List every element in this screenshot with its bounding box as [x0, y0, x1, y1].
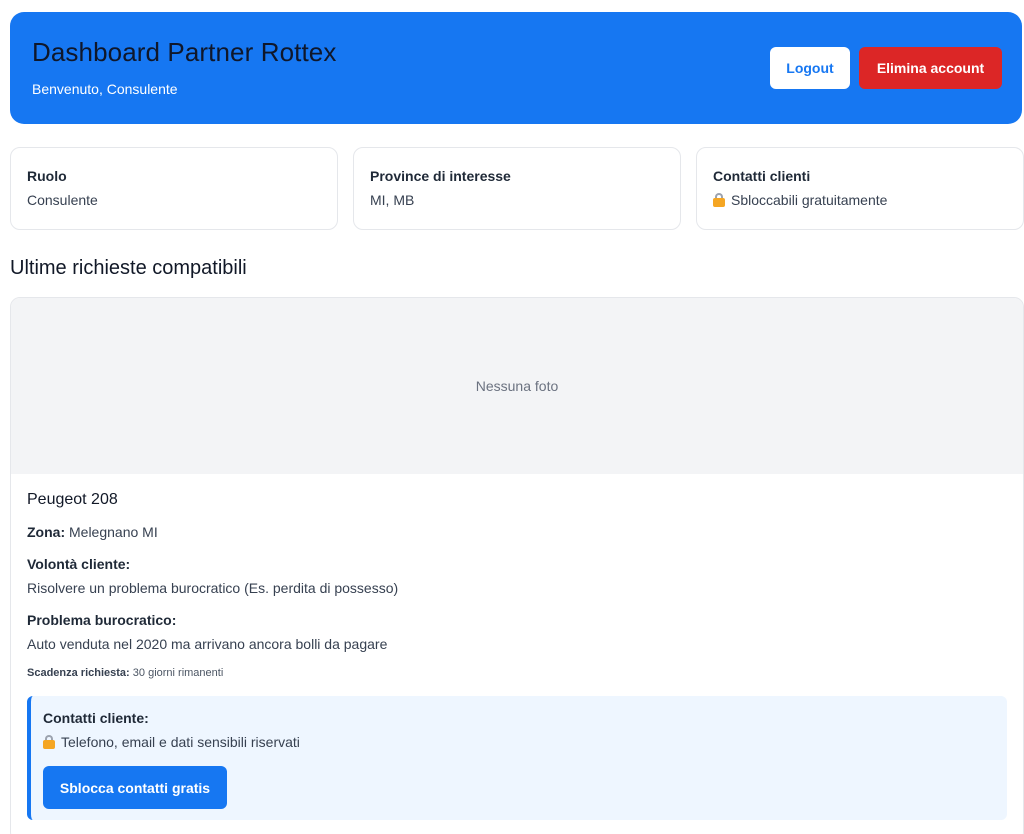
client-contacts-value: Telefono, email e dati sensibili riserva…	[61, 734, 300, 750]
bureaucratic-problem-value: Auto venduta nel 2020 ma arrivano ancora…	[27, 636, 388, 652]
bureaucratic-problem-label: Problema burocratico:	[27, 612, 177, 628]
no-photo-text: Nessuna foto	[475, 378, 559, 394]
zone-line: Zona: Melegnano MI	[27, 524, 158, 540]
section-title: Ultime richieste compatibili	[10, 257, 247, 279]
logout-button[interactable]: Logout	[770, 47, 850, 89]
info-card-label: Ruolo	[27, 168, 67, 184]
photo-placeholder: Nessuna foto	[11, 298, 1023, 474]
info-card-value: MI, MB	[370, 192, 415, 208]
page-title: Dashboard Partner Rottex	[32, 37, 337, 67]
info-card-label: Province di interesse	[370, 168, 511, 184]
info-card-role: Ruolo Consulente	[10, 147, 338, 230]
lock-icon	[43, 735, 55, 749]
page: Dashboard Partner Rottex Benvenuto, Cons…	[0, 0, 1024, 834]
client-contacts-label: Contatti cliente:	[43, 710, 149, 726]
request-card: Nessuna foto Peugeot 208 Zona: Melegnano…	[10, 297, 1024, 834]
info-card-value-row: Sbloccabili gratuitamente	[713, 192, 887, 208]
dashboard-header: Dashboard Partner Rottex Benvenuto, Cons…	[10, 12, 1022, 124]
lock-icon	[713, 193, 725, 207]
delete-account-button[interactable]: Elimina account	[859, 47, 1002, 89]
car-model: Peugeot 208	[27, 491, 118, 508]
info-card-client-contacts: Contatti clienti Sbloccabili gratuitamen…	[696, 147, 1024, 230]
deadline-value: 30 giorni rimanenti	[132, 667, 224, 679]
info-card-value: Consulente	[27, 192, 98, 208]
zone-label: Zona:	[27, 524, 66, 540]
deadline-label: Scadenza richiesta:	[27, 667, 130, 679]
zone-value: Melegnano MI	[69, 524, 158, 540]
client-contacts-value-row: Telefono, email e dati sensibili riserva…	[43, 734, 300, 750]
deadline-line: Scadenza richiesta: 30 giorni rimanenti	[27, 667, 223, 679]
client-will-value: Risolvere un problema burocratico (Es. p…	[27, 580, 399, 596]
client-will-label: Volontà cliente:	[27, 556, 131, 572]
unlock-contacts-button[interactable]: Sblocca contatti gratis	[43, 766, 227, 809]
welcome-text: Benvenuto, Consulente	[32, 81, 178, 97]
info-card-value: Sbloccabili gratuitamente	[731, 192, 888, 208]
info-card-provinces: Province di interesse MI, MB	[353, 147, 681, 230]
info-card-label: Contatti clienti	[713, 168, 811, 184]
client-contacts-box: Contatti cliente: Telefono, email e dati…	[27, 696, 1007, 820]
